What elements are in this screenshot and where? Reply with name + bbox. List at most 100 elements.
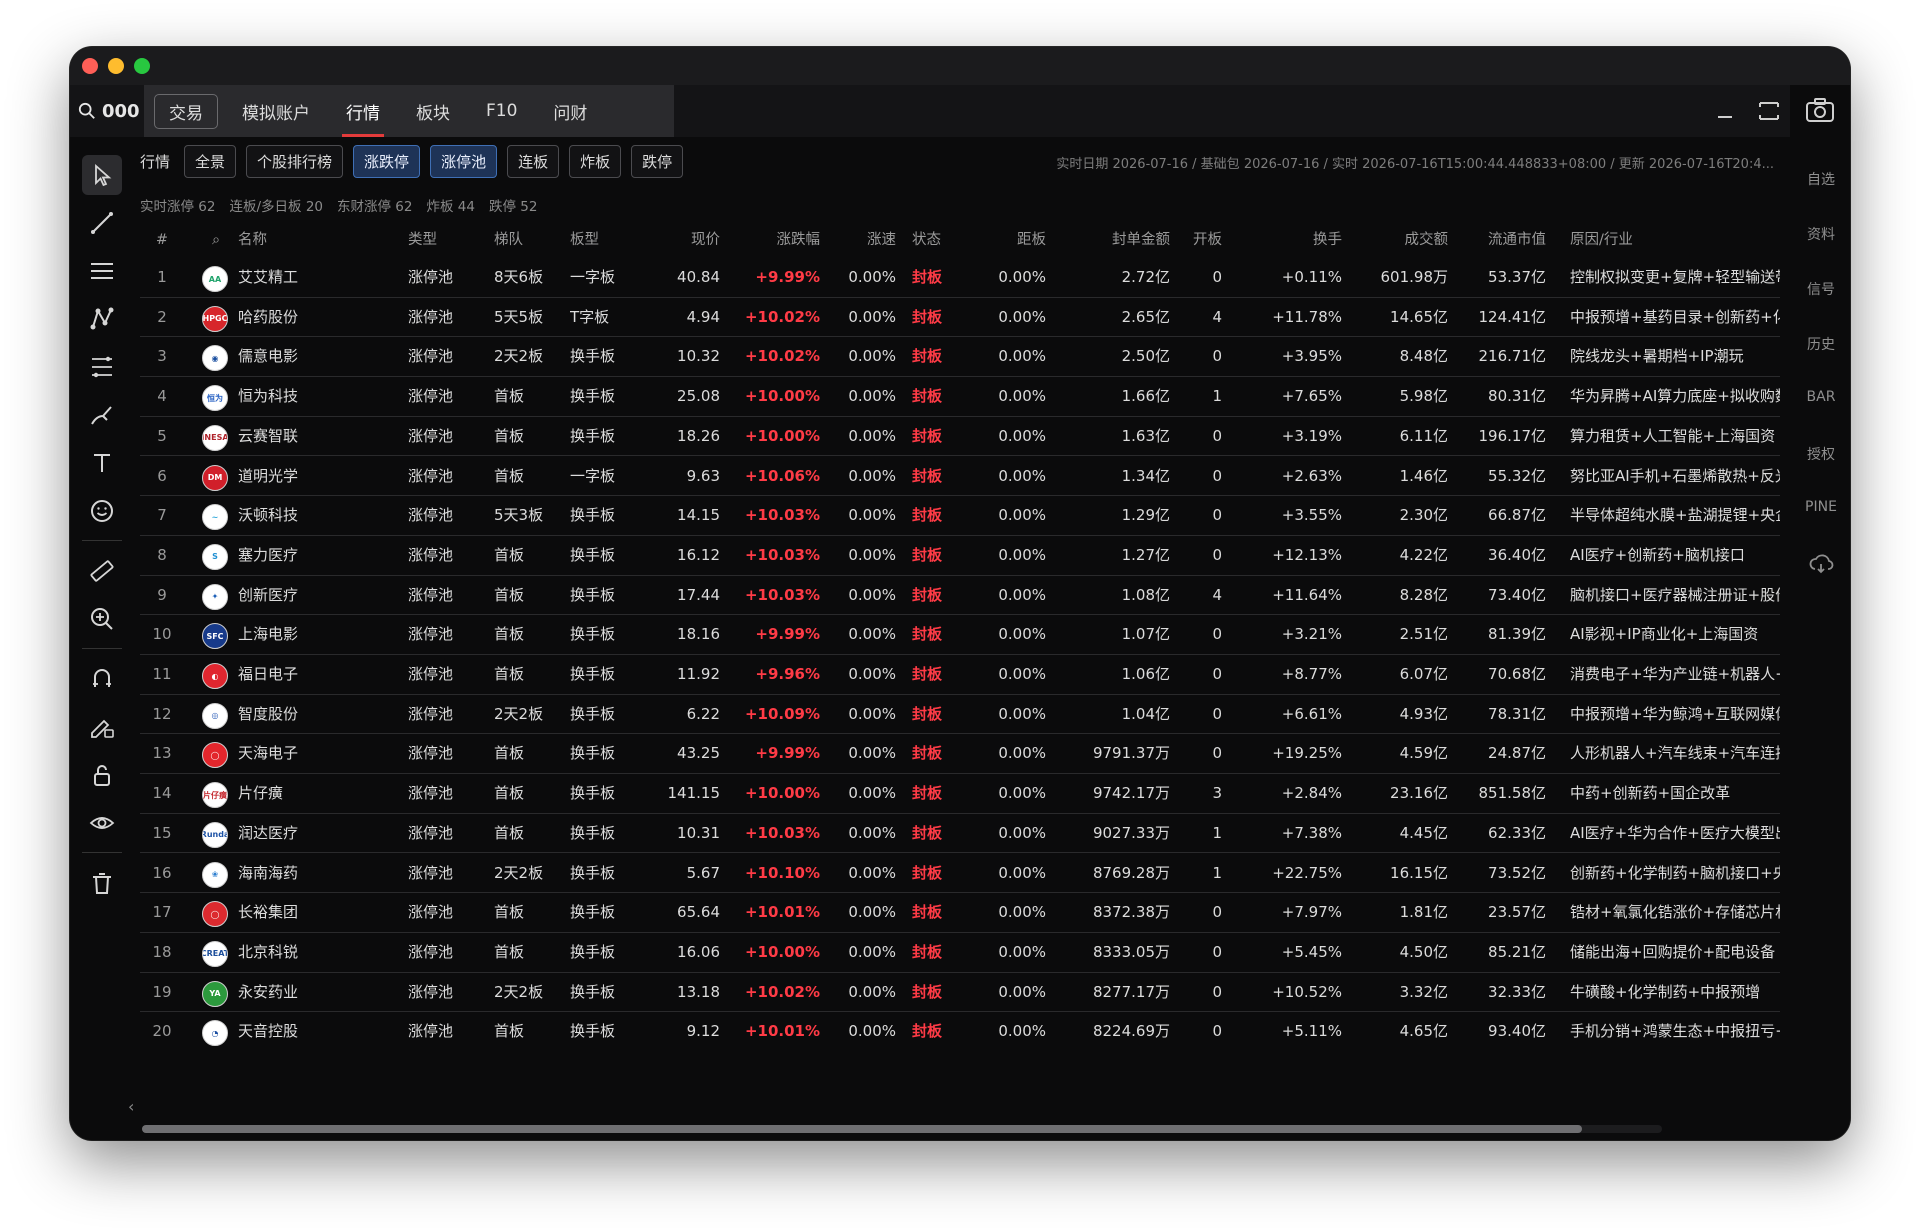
- column-header-seal-amount[interactable]: 封单金额: [1056, 223, 1170, 257]
- cell-name[interactable]: 恒为科技: [238, 377, 368, 416]
- ruler-tool[interactable]: [82, 551, 122, 591]
- side-panel-item[interactable]: 历史: [1792, 334, 1850, 354]
- table-row[interactable]: 20 ◔ 天音控股 涨停池 首板 换手板 9.12 +10.01% 0.00% 封板 0.00% 82…: [140, 1012, 1780, 1050]
- cell-name[interactable]: 智度股份: [238, 695, 368, 734]
- filter-chip[interactable]: 跌停: [631, 144, 684, 178]
- horizontal-scrollbar-thumb[interactable]: [142, 1125, 1582, 1133]
- column-header-state[interactable]: 状态: [912, 223, 962, 257]
- column-header-turnover[interactable]: 换手: [1232, 223, 1342, 257]
- side-panel-item[interactable]: 资料: [1792, 224, 1850, 244]
- minimize-panel-icon[interactable]: [1710, 97, 1740, 125]
- column-header-speed[interactable]: 涨速: [824, 223, 896, 257]
- cell-name[interactable]: 儒意电影: [238, 337, 368, 376]
- side-panel-item[interactable]: BAR: [1792, 389, 1850, 405]
- column-header-type[interactable]: 类型: [408, 223, 478, 257]
- horizontal-lines-tool[interactable]: [82, 251, 122, 291]
- filter-chip[interactable]: 个股排行榜: [246, 144, 344, 178]
- filter-chip[interactable]: 涨跌停: [353, 144, 421, 178]
- pattern-tool[interactable]: [82, 299, 122, 339]
- text-tool[interactable]: [82, 443, 122, 483]
- tab-sim-account[interactable]: 模拟账户: [224, 85, 328, 137]
- cell-name[interactable]: 长裕集团: [238, 893, 368, 932]
- table-row[interactable]: 12 ◎ 智度股份 涨停池 2天2板 换手板 6.22 +10.09% 0.00% 封板 0.00%…: [140, 695, 1780, 735]
- cell-name[interactable]: 哈药股份: [238, 298, 368, 337]
- table-row[interactable]: 14 片仔癀 片仔癀 涨停池 首板 换手板 141.15 +10.00% 0.00% 封板 0.00…: [140, 774, 1780, 814]
- table-row[interactable]: 8 S 塞力医疗 涨停池 首板 换手板 16.12 +10.03% 0.00% 封板 0.00% 1.…: [140, 536, 1780, 576]
- table-row[interactable]: 16 ❀ 海南海药 涨停池 2天2板 换手板 5.67 +10.10% 0.00% 封板 0.00%…: [140, 854, 1780, 894]
- emoji-tool[interactable]: [82, 491, 122, 531]
- camera-icon[interactable]: [1802, 93, 1838, 129]
- table-row[interactable]: 6 DM 道明光学 涨停池 首板 一字板 9.63 +10.06% 0.00% 封板 0.00% 1.…: [140, 457, 1780, 497]
- cloud-sync-icon[interactable]: [1807, 550, 1835, 578]
- column-header-market-cap[interactable]: 流通市值: [1454, 223, 1546, 257]
- table-row[interactable]: 10 SFC 上海电影 涨停池 首板 换手板 18.16 +9.99% 0.00% 封板 0.00%…: [140, 615, 1780, 655]
- cell-name[interactable]: 片仔癀: [238, 774, 368, 813]
- column-header-name[interactable]: 名称: [238, 223, 368, 257]
- column-header-open-count[interactable]: 开板: [1180, 223, 1222, 257]
- delete-drawings-tool[interactable]: [82, 863, 122, 903]
- tab-wencai[interactable]: 问财: [535, 85, 605, 137]
- tab-sector[interactable]: 板块: [398, 85, 468, 137]
- cell-name[interactable]: 润达医疗: [238, 814, 368, 853]
- tab-trade[interactable]: 交易: [148, 85, 224, 137]
- search-input[interactable]: 000: [102, 101, 140, 122]
- filter-chip[interactable]: 连板: [507, 144, 560, 178]
- table-row[interactable]: 13 ◯ 天海电子 涨停池 首板 换手板 43.25 +9.99% 0.00% 封板 0.00% 97…: [140, 734, 1780, 775]
- close-window-button[interactable]: [82, 58, 98, 74]
- column-header-change-pct[interactable]: 涨跌幅: [722, 223, 821, 257]
- cell-name[interactable]: 北京科锐: [238, 933, 368, 972]
- filter-chip[interactable]: 全景: [184, 144, 237, 178]
- brush-tool[interactable]: [82, 395, 122, 435]
- cell-name[interactable]: 沃顿科技: [238, 496, 368, 535]
- table-row[interactable]: 3 ◉ 儒意电影 涨停池 2天2板 换手板 10.32 +10.02% 0.00% 封板 0.00%…: [140, 337, 1780, 378]
- stock-search[interactable]: 000: [78, 85, 146, 137]
- table-row[interactable]: 17 ◯ 长裕集团 涨停池 首板 换手板 65.64 +10.01% 0.00% 封板 0.00% 8…: [140, 893, 1780, 933]
- table-row[interactable]: 11 ◐ 福日电子 涨停池 首板 换手板 11.92 +9.96% 0.00% 封板 0.00% 1.…: [140, 655, 1780, 695]
- cell-name[interactable]: 永安药业: [238, 973, 368, 1012]
- cell-name[interactable]: 海南海药: [238, 854, 368, 893]
- horizontal-scrollbar-track[interactable]: [142, 1125, 1662, 1133]
- side-panel-item[interactable]: 自选: [1792, 169, 1850, 189]
- table-row[interactable]: 5 INESA 云赛智联 涨停池 首板 换手板 18.26 +10.00% 0.00% 封板 0.0…: [140, 417, 1780, 457]
- cell-name[interactable]: 云赛智联: [238, 417, 368, 456]
- column-header-price[interactable]: 现价: [640, 223, 720, 257]
- minimize-window-button[interactable]: [108, 58, 124, 74]
- cell-name[interactable]: 创新医疗: [238, 576, 368, 615]
- table-row[interactable]: 15 Runda 润达医疗 涨停池 首板 换手板 10.31 +10.03% 0.00% 封板 0.…: [140, 814, 1780, 854]
- column-header-board-type[interactable]: 板型: [570, 223, 640, 257]
- cell-name[interactable]: 艾艾精工: [238, 258, 368, 297]
- table-row[interactable]: 1 AA 艾艾精工 涨停池 8天6板 一字板 40.84 +9.99% 0.00% 封板 0.00%…: [140, 258, 1780, 298]
- fibonacci-tool[interactable]: [82, 347, 122, 387]
- table-row[interactable]: 7 ~ 沃顿科技 涨停池 5天3板 换手板 14.15 +10.03% 0.00% 封板 0.00%…: [140, 496, 1780, 536]
- filter-chip[interactable]: 炸板: [569, 144, 622, 178]
- filter-chip[interactable]: 涨停池: [430, 144, 498, 178]
- tab-f10[interactable]: F10: [468, 85, 535, 137]
- column-header-index[interactable]: #: [140, 223, 184, 257]
- restore-layout-icon[interactable]: [1754, 97, 1784, 125]
- collapse-toolbar-chevron-icon[interactable]: ‹: [128, 1097, 134, 1116]
- table-row[interactable]: 4 恒为 恒为科技 涨停池 首板 换手板 25.08 +10.00% 0.00% 封板 0.00% 1…: [140, 377, 1780, 417]
- side-panel-item[interactable]: PINE: [1792, 499, 1850, 515]
- cell-name[interactable]: 天海电子: [238, 734, 368, 773]
- table-row[interactable]: 19 YA 永安药业 涨停池 2天2板 换手板 13.18 +10.02% 0.00% 封板 0.0…: [140, 973, 1780, 1013]
- column-header-volume[interactable]: 成交额: [1352, 223, 1449, 257]
- cell-name[interactable]: 福日电子: [238, 655, 368, 694]
- tab-market[interactable]: 行情: [328, 85, 398, 137]
- cursor-tool[interactable]: [82, 155, 122, 195]
- cell-name[interactable]: 天音控股: [238, 1012, 368, 1050]
- visibility-tool[interactable]: [82, 803, 122, 843]
- cell-name[interactable]: 道明光学: [238, 457, 368, 496]
- column-header-distance[interactable]: 距板: [966, 223, 1046, 257]
- cell-name[interactable]: 上海电影: [238, 615, 368, 654]
- unlock-tool[interactable]: [82, 755, 122, 795]
- side-panel-item[interactable]: 信号: [1792, 279, 1850, 299]
- table-row[interactable]: 2 HPGC 哈药股份 涨停池 5天5板 T字板 4.94 +10.02% 0.00% 封板 0.0…: [140, 298, 1780, 338]
- lock-drawing-tool[interactable]: [82, 707, 122, 747]
- zoom-window-button[interactable]: [134, 58, 150, 74]
- magnet-tool[interactable]: [82, 659, 122, 699]
- zoom-tool[interactable]: [82, 599, 122, 639]
- column-header-tier[interactable]: 梯队: [494, 223, 564, 257]
- table-row[interactable]: 18 CREAT 北京科锐 涨停池 首板 换手板 16.06 +10.00% 0.00% 封板 0.…: [140, 933, 1780, 973]
- table-row[interactable]: 9 ✦ 创新医疗 涨停池 首板 换手板 17.44 +10.03% 0.00% 封板 0.00% 1.…: [140, 576, 1780, 616]
- cell-name[interactable]: 塞力医疗: [238, 536, 368, 575]
